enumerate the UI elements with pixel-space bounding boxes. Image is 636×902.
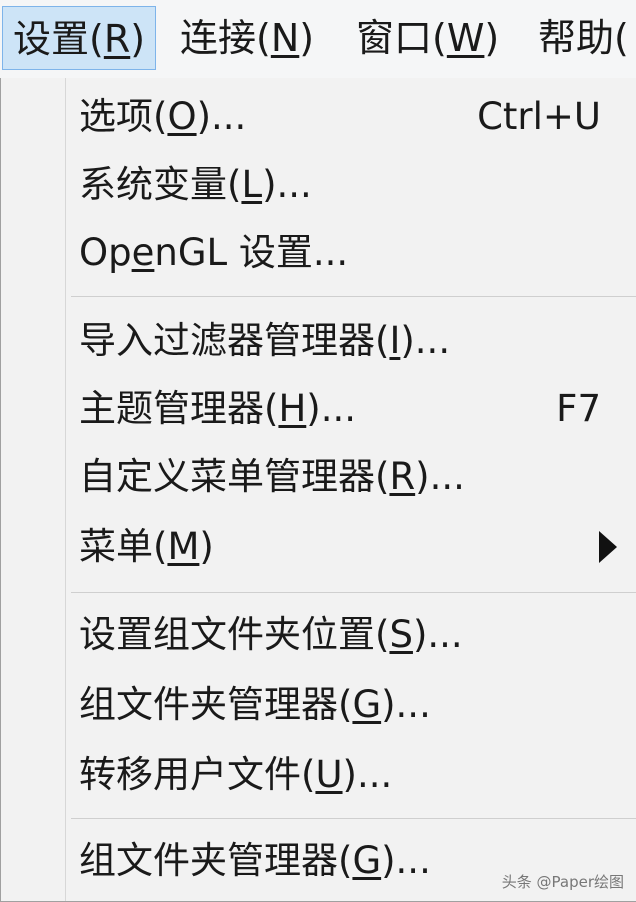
menubar-window-mnemonic: W: [446, 16, 485, 60]
menu-item-options[interactable]: 选项(O)... Ctrl+U: [65, 84, 636, 150]
menubar-connect-mnemonic: N: [270, 16, 300, 60]
menu-item-system-variables-label: 系统变量(L)...: [79, 163, 312, 206]
menu-item-system-variables[interactable]: 系统变量(L)...: [65, 152, 636, 218]
menubar-settings-label: 设置(: [13, 17, 104, 61]
menu-item-opengl-settings[interactable]: OpenGL 设置...: [65, 220, 636, 286]
menu-item-theme-manager-label: 主题管理器(H)...: [79, 387, 356, 430]
menubar-help[interactable]: 帮助(: [528, 6, 636, 70]
menu-separator: [71, 818, 636, 819]
menu-item-opengl-settings-label: OpenGL 设置...: [79, 231, 349, 274]
menubar-help-label: 帮助(: [538, 16, 629, 60]
menu-separator: [71, 296, 636, 297]
menubar-connect[interactable]: 连接(N): [170, 6, 324, 70]
menu-item-custom-menu-manager[interactable]: 自定义菜单管理器(R)...: [65, 444, 636, 510]
menubar-connect-tail: ): [299, 16, 315, 60]
menu-item-menu-submenu-label: 菜单(M): [79, 525, 214, 568]
menu-item-theme-manager[interactable]: 主题管理器(H)... F7: [65, 376, 636, 442]
menubar-connect-label: 连接(: [180, 16, 271, 60]
menu-bar: 设置(R) 连接(N) 窗口(W) 帮助(: [0, 0, 636, 79]
watermark: 头条 @Paper绘图: [501, 873, 624, 891]
menubar-window-tail: ): [484, 16, 500, 60]
menu-item-group-folder-manager[interactable]: 组文件夹管理器(G)...: [65, 672, 636, 738]
menu-item-transfer-user-files[interactable]: 转移用户文件(U)...: [65, 742, 636, 808]
menu-item-transfer-user-files-label: 转移用户文件(U)...: [79, 753, 393, 796]
menu-item-set-group-folder-location-label: 设置组文件夹位置(S)...: [79, 613, 463, 656]
menubar-settings-tail: ): [130, 17, 146, 61]
settings-dropdown-menu: 选项(O)... Ctrl+U 系统变量(L)... OpenGL 设置... …: [0, 78, 636, 902]
menu-item-import-filter-manager-label: 导入过滤器管理器(I)...: [79, 319, 451, 362]
menubar-window[interactable]: 窗口(W): [346, 6, 509, 70]
menu-item-theme-manager-shortcut: F7: [556, 387, 601, 430]
menubar-settings-mnemonic: R: [103, 17, 131, 61]
menu-separator: [71, 592, 636, 593]
menu-icon-gutter: [1, 78, 65, 901]
menubar-settings[interactable]: 设置(R): [2, 6, 157, 70]
menu-item-group-folder-manager-label: 组文件夹管理器(G)...: [79, 683, 431, 726]
menu-item-options-shortcut: Ctrl+U: [477, 95, 601, 138]
menu-item-custom-menu-manager-label: 自定义菜单管理器(R)...: [79, 455, 465, 498]
menubar-window-label: 窗口(: [356, 16, 447, 60]
menu-item-set-group-folder-location[interactable]: 设置组文件夹位置(S)...: [65, 602, 636, 668]
menu-item-group-folder-manager-2-label: 组文件夹管理器(G)...: [79, 839, 431, 882]
menu-item-options-label: 选项(O)...: [79, 95, 247, 138]
submenu-arrow-icon: [599, 531, 617, 563]
menu-item-menu-submenu[interactable]: 菜单(M): [65, 514, 636, 580]
menu-item-import-filter-manager[interactable]: 导入过滤器管理器(I)...: [65, 308, 636, 374]
